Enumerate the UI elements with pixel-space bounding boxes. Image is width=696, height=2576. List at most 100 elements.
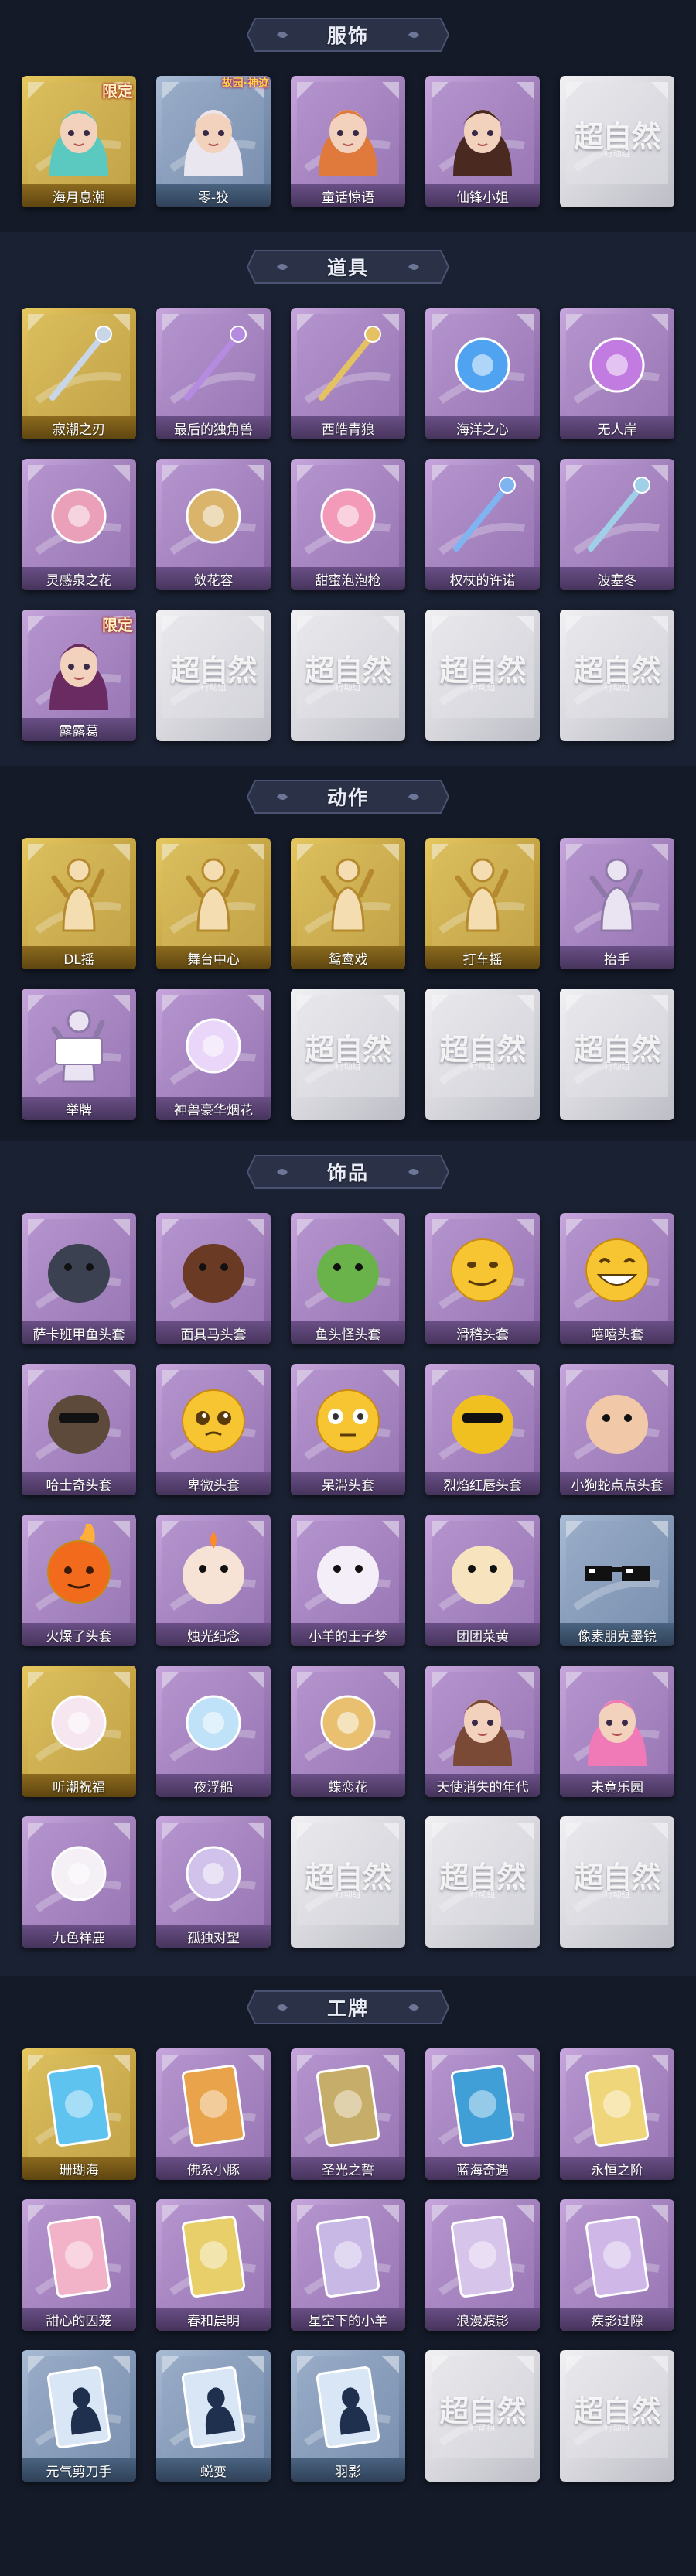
item-card[interactable]: 蜕变 [156, 2350, 271, 2482]
item-card[interactable]: 九色祥鹿 [22, 1816, 136, 1948]
item-card[interactable]: 蓝海奇遇 [425, 2048, 540, 2180]
bouquet-icon [51, 488, 107, 544]
item-name: 天使消失的年代 [425, 1774, 540, 1797]
section-header: 饰品 [246, 1153, 450, 1191]
item-card[interactable]: 鱼头怪头套 [291, 1213, 405, 1344]
item-name: 听潮祝福 [22, 1774, 136, 1797]
item-name: 未竟乐园 [560, 1774, 674, 1797]
item-card[interactable]: 听潮祝福 [22, 1666, 136, 1797]
item-card[interactable]: 最后的独角兽 [156, 308, 271, 439]
item-name: 敛花容 [156, 567, 271, 590]
empty-item-slot[interactable]: 超自然 行动组 [156, 610, 271, 741]
item-card[interactable]: 蝶恋花 [291, 1666, 405, 1797]
item-name: 滑稽头套 [425, 1321, 540, 1344]
empty-item-slot[interactable]: 超自然 行动组 [425, 989, 540, 1120]
item-card[interactable]: 打车摇 [425, 838, 540, 969]
duck-sunglasses-icon [452, 1395, 513, 1454]
item-card[interactable]: 羽影 [291, 2350, 405, 2482]
item-card[interactable]: 夜浮船 [156, 1666, 271, 1797]
lamp-charm-icon [186, 1846, 241, 1901]
item-card[interactable]: 珊瑚海 [22, 2048, 136, 2180]
item-name: 圣光之誓 [291, 2157, 405, 2180]
item-card[interactable]: 面具马头套 [156, 1213, 271, 1344]
item-card[interactable]: 圣光之誓 [291, 2048, 405, 2180]
item-card[interactable]: 波塞冬 [560, 459, 674, 590]
dog-snake-icon [586, 1395, 648, 1454]
item-card[interactable]: 烛光纪念 [156, 1515, 271, 1646]
section-title: 饰品 [326, 1162, 369, 1184]
item-card[interactable]: 团团菜黄 [425, 1515, 540, 1646]
item-card[interactable]: 仙锋小姐 [425, 76, 540, 207]
item-name: 无人岸 [560, 416, 674, 439]
item-card[interactable]: 舞台中心 [156, 838, 271, 969]
item-card[interactable]: 疾影过隙 [560, 2199, 674, 2331]
piglet-card-icon [181, 2065, 246, 2147]
dance-pose-icon [51, 858, 105, 932]
empty-item-slot[interactable]: 超自然 行动组 [291, 610, 405, 741]
empty-item-slot[interactable]: 超自然 行动组 [560, 610, 674, 741]
item-card[interactable]: 零-狡 故园·神迹 [156, 76, 271, 207]
item-card[interactable]: 海洋之心 [425, 308, 540, 439]
empty-item-slot[interactable]: 超自然 行动组 [291, 1816, 405, 1948]
item-card[interactable]: 像素朋克墨镜 [560, 1515, 674, 1646]
hairpin-icon [186, 488, 241, 544]
item-card[interactable]: 滑稽头套 [425, 1213, 540, 1344]
item-name: 西皓青狼 [291, 416, 405, 439]
item-card[interactable]: 灵感泉之花 [22, 459, 136, 590]
pixel-sunglasses-icon [585, 1566, 650, 1581]
blade-icon [49, 326, 112, 401]
item-card[interactable]: 举牌 [22, 989, 136, 1120]
item-card[interactable]: 小羊的王子梦 [291, 1515, 405, 1646]
golden-staff-icon [319, 326, 381, 401]
section-title: 动作 [326, 787, 369, 809]
item-card[interactable]: 天使消失的年代 [425, 1666, 540, 1797]
item-card[interactable]: 抬手 [560, 838, 674, 969]
item-card[interactable]: 火爆了头套 [22, 1515, 136, 1646]
empty-item-slot[interactable]: 超自然 行动组 [560, 1816, 674, 1948]
item-card[interactable]: 权杖的许诺 [425, 459, 540, 590]
item-card[interactable]: 烈焰红唇头套 [425, 1364, 540, 1495]
item-card[interactable]: 嘻嘻头套 [560, 1213, 674, 1344]
empty-item-slot[interactable]: 超自然 行动组 [425, 1816, 540, 1948]
item-card[interactable]: 西皓青狼 [291, 308, 405, 439]
item-card[interactable]: DL摇 [22, 838, 136, 969]
item-card[interactable]: 童话惊语 [291, 76, 405, 207]
watermark-subtitle: 行动组 [604, 1889, 630, 1899]
watermark-subtitle: 行动组 [335, 1889, 361, 1899]
empty-item-slot[interactable]: 超自然 行动组 [425, 610, 540, 741]
item-card[interactable]: 孤独对望 [156, 1816, 271, 1948]
empty-item-slot[interactable]: 超自然 行动组 [560, 2350, 674, 2482]
item-card[interactable]: 小狗蛇点点头套 [560, 1364, 674, 1495]
empty-item-slot[interactable]: 超自然 行动组 [291, 989, 405, 1120]
item-name: 鸳鸯戏 [291, 946, 405, 969]
item-card[interactable]: 甜蜜泡泡枪 [291, 459, 405, 590]
item-card[interactable]: 未竟乐园 [560, 1666, 674, 1797]
item-card[interactable]: 呆滞头套 [291, 1364, 405, 1495]
empty-item-slot[interactable]: 超自然 行动组 [560, 76, 674, 207]
item-name: 嘻嘻头套 [560, 1321, 674, 1344]
item-card[interactable]: 春和晨明 [156, 2199, 271, 2331]
item-card[interactable]: 敛花容 [156, 459, 271, 590]
deer-icon [51, 1846, 107, 1901]
empty-item-slot[interactable]: 超自然 行动组 [425, 2350, 540, 2482]
item-card[interactable]: 神兽豪华烟花 [156, 989, 271, 1120]
item-card[interactable]: 卑微头套 [156, 1364, 271, 1495]
item-card[interactable]: 哈士奇头套 [22, 1364, 136, 1495]
item-card[interactable]: 佛系小豚 [156, 2048, 271, 2180]
item-card[interactable]: 星空下的小羊 [291, 2199, 405, 2331]
item-card[interactable]: 寂潮之刃 [22, 308, 136, 439]
empty-item-slot[interactable]: 超自然 行动组 [560, 989, 674, 1120]
item-card[interactable]: 永恒之阶 [560, 2048, 674, 2180]
candle-icon [183, 1532, 244, 1604]
item-card[interactable]: 海月息潮 限定 [22, 76, 136, 207]
item-card[interactable]: 甜心的囚笼 [22, 2199, 136, 2331]
item-card[interactable]: 萨卡班甲鱼头套 [22, 1213, 136, 1344]
item-card[interactable]: 露露葛 限定 [22, 610, 136, 741]
item-name: 烛光纪念 [156, 1623, 271, 1646]
item-card[interactable]: 鸳鸯戏 [291, 838, 405, 969]
item-card[interactable]: 无人岸 [560, 308, 674, 439]
duet-pose-icon [320, 858, 374, 932]
item-name: 露露葛 [22, 718, 136, 741]
item-card[interactable]: 浪漫渡影 [425, 2199, 540, 2331]
item-card[interactable]: 元气剪刀手 [22, 2350, 136, 2482]
